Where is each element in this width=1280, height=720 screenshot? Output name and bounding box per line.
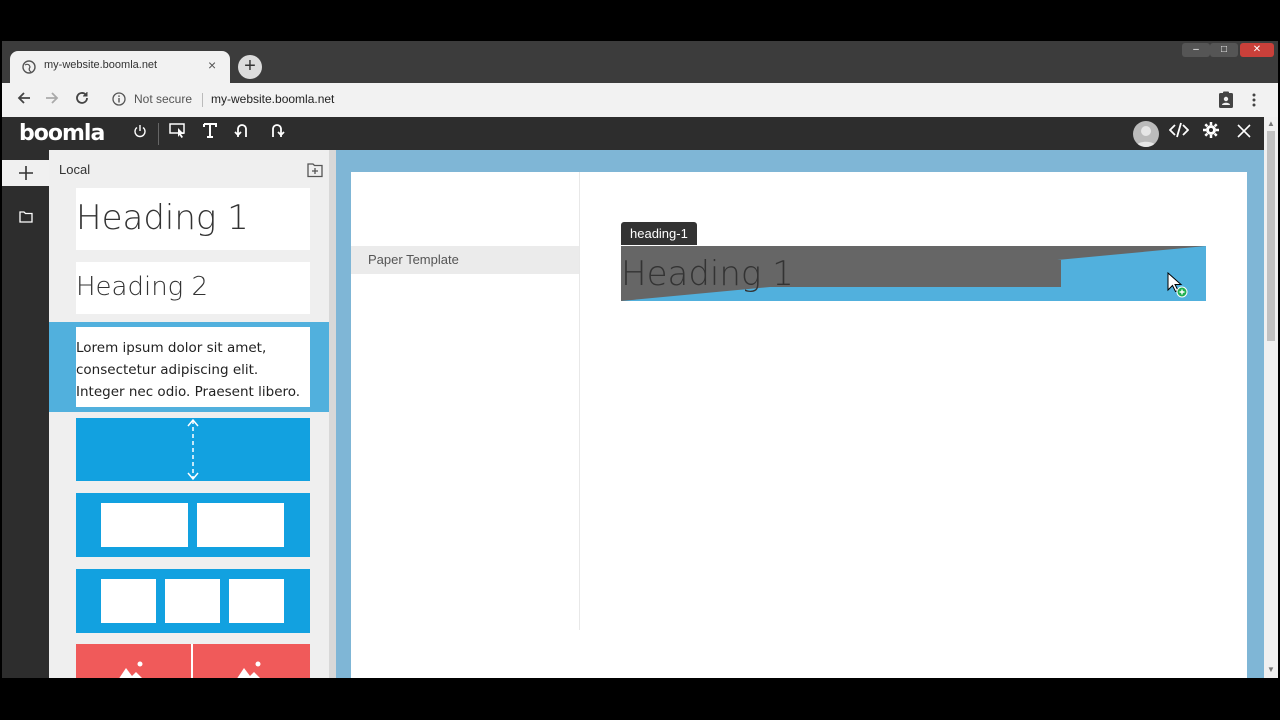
text-tool-button[interactable] [198, 122, 222, 146]
editor-canvas: Paper Template heading-1 Heading 1 [336, 150, 1264, 678]
selected-element-badge: heading-1 [621, 222, 697, 245]
panel-header: Local [59, 162, 91, 177]
boomla-toolbar: boomla [2, 117, 1278, 150]
tab-title: my-website.boomla.net [44, 59, 158, 71]
back-button[interactable] [14, 90, 34, 110]
security-label: Not secure [134, 92, 193, 106]
kebab-menu-icon [1252, 93, 1256, 107]
browser-window: my-website.boomla.net × + – □ ✕ Not secu… [2, 41, 1278, 678]
paragraph-card: Lorem ipsum dolor sit amet, consectetur … [76, 327, 310, 407]
scrollbar-thumb[interactable] [1267, 131, 1275, 341]
extension-button[interactable] [1218, 91, 1236, 109]
undo-icon [234, 124, 247, 137]
reload-button[interactable] [72, 90, 92, 110]
user-icon [1136, 126, 1156, 147]
gear-icon [1203, 122, 1219, 138]
column-block [229, 579, 284, 623]
arrow-left-icon [17, 92, 30, 104]
left-toolstrip [2, 150, 49, 678]
page-sidebar: Paper Template [351, 172, 580, 630]
avatar[interactable] [1133, 121, 1159, 147]
minimize-button[interactable]: – [1182, 43, 1210, 57]
column-block [197, 503, 284, 547]
omnibox-separator [202, 93, 203, 107]
boomla-logo: boomla [19, 121, 105, 146]
sidebar-item-paper-template[interactable]: Paper Template [351, 246, 579, 274]
panel-scrollbar[interactable] [329, 150, 336, 678]
select-tool-button[interactable] [166, 122, 190, 146]
tab-close-button[interactable]: × [208, 57, 216, 73]
browser-menu-button[interactable] [1248, 91, 1260, 109]
power-icon [134, 125, 146, 138]
scroll-down-arrow-icon[interactable]: ▼ [1267, 665, 1275, 674]
maximize-button[interactable]: □ [1210, 43, 1238, 57]
heading-1-text[interactable]: Heading 1 [621, 254, 794, 294]
scroll-up-arrow-icon[interactable]: ▲ [1267, 119, 1275, 128]
toolbar-divider [158, 123, 159, 145]
info-icon[interactable] [112, 92, 126, 106]
browser-tab[interactable]: my-website.boomla.net × [10, 51, 230, 83]
browser-toolbar: Not secure my-website.boomla.net [2, 83, 1278, 117]
image-icon [119, 661, 143, 678]
component-gallery[interactable] [76, 644, 310, 678]
globe-icon [22, 60, 36, 74]
component-paragraph-selected[interactable]: Lorem ipsum dolor sit amet, consectetur … [49, 322, 336, 412]
redo-icon [272, 124, 285, 137]
close-window-button[interactable]: ✕ [1240, 43, 1274, 57]
add-folder-button[interactable] [307, 162, 323, 178]
image-icon [237, 661, 261, 678]
undo-button[interactable] [231, 122, 255, 146]
new-tab-button[interactable]: + [238, 55, 262, 79]
paragraph-label: Lorem ipsum dolor sit amet, consectetur … [76, 340, 301, 400]
settings-button[interactable] [1199, 122, 1223, 146]
text-icon [203, 123, 217, 138]
page-scrollbar[interactable]: ▲ ▼ [1264, 117, 1278, 678]
component-heading-2[interactable]: Heading 2 [76, 262, 310, 314]
reload-icon [76, 92, 88, 104]
column-block [165, 579, 220, 623]
code-icon [1168, 122, 1190, 138]
component-three-columns[interactable] [76, 569, 310, 633]
component-two-columns[interactable] [76, 493, 310, 557]
close-icon [1237, 124, 1251, 138]
title-bar: my-website.boomla.net × + – □ ✕ [2, 41, 1278, 83]
select-icon [169, 123, 185, 138]
close-editor-button[interactable] [1232, 122, 1256, 146]
url-text[interactable]: my-website.boomla.net [211, 92, 334, 106]
column-block [101, 579, 156, 623]
folder-button[interactable] [2, 198, 49, 236]
heading-1-element[interactable]: Heading 1 [621, 246, 1206, 301]
cursor-copy-icon [1167, 272, 1188, 298]
heading-1-label: Heading 1 [76, 198, 249, 238]
address-bar[interactable]: Not secure my-website.boomla.net [106, 87, 1206, 113]
plus-icon [18, 166, 33, 180]
code-button[interactable] [1167, 122, 1191, 146]
component-spacer[interactable] [76, 418, 310, 481]
heading-2-label: Heading 2 [76, 272, 209, 302]
power-button[interactable] [128, 122, 152, 146]
add-button[interactable] [2, 160, 49, 186]
gallery-divider [191, 644, 193, 678]
forward-button[interactable] [42, 90, 62, 110]
vertical-resize-arrow-icon [187, 418, 199, 481]
component-panel: Local Heading 1 Heading 2 Lorem ipsum do… [49, 150, 336, 678]
arrow-right-icon [46, 92, 59, 104]
add-folder-icon [307, 163, 323, 178]
column-block [101, 503, 188, 547]
page-preview: Paper Template heading-1 Heading 1 [351, 172, 1247, 678]
clipboard-person-icon [1219, 91, 1233, 108]
redo-button[interactable] [264, 122, 288, 146]
component-heading-1[interactable]: Heading 1 [76, 188, 310, 250]
folder-icon [19, 211, 33, 223]
